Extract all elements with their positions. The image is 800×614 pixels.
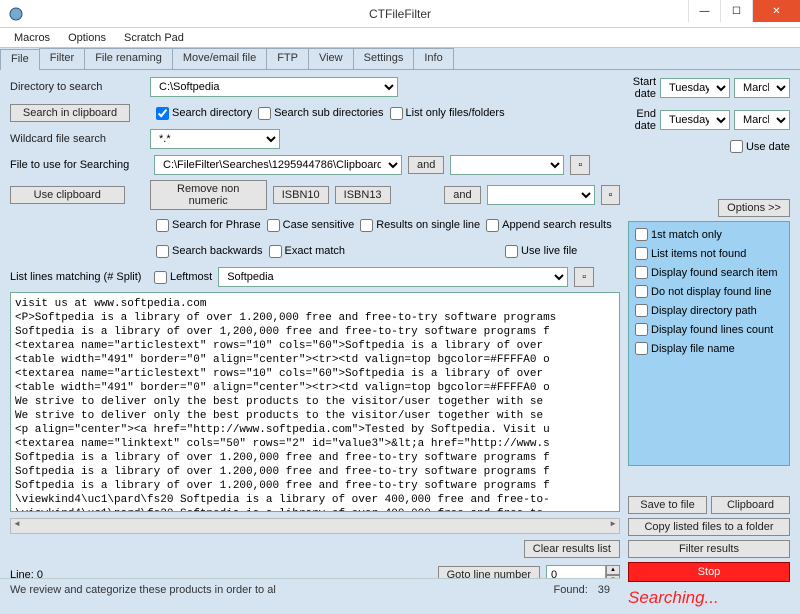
leftmost-checkbox[interactable] [154, 271, 167, 284]
wildcard-select[interactable]: *.* [150, 129, 280, 149]
display-lines-count-label: Display found lines count [651, 324, 773, 336]
clear-results-button[interactable]: Clear results list [524, 540, 620, 558]
wildcard-label: Wildcard file search [10, 133, 144, 145]
menu-scratchpad[interactable]: Scratch Pad [124, 32, 184, 44]
append-results-checkbox[interactable] [486, 219, 499, 232]
options-panel: 1st match only List items not found Disp… [628, 221, 790, 466]
status-tip: We review and categorize these products … [10, 584, 276, 596]
start-month-select[interactable]: March [734, 78, 790, 98]
remove-non-numeric-button[interactable]: Remove non numeric [150, 180, 267, 210]
tab-view[interactable]: View [308, 48, 354, 69]
tab-ftp[interactable]: FTP [266, 48, 309, 69]
list-lines-label: List lines matching (# Split) [10, 271, 148, 283]
use-clipboard-button[interactable]: Use clipboard [10, 186, 125, 204]
display-file-name-label: Display file name [651, 343, 735, 355]
isbn10-button[interactable]: ISBN10 [273, 186, 329, 204]
results-single-checkbox[interactable] [360, 219, 373, 232]
app-icon [8, 6, 24, 22]
display-found-label: Display found search item [651, 267, 778, 279]
leftmost-label: Leftmost [170, 271, 212, 283]
and-select-2[interactable] [487, 185, 595, 205]
use-date-label: Use date [746, 141, 790, 153]
file-to-use-label: File to use for Searching [10, 159, 148, 171]
display-found-checkbox[interactable] [635, 266, 648, 279]
search-subdirs-label: Search sub directories [274, 107, 383, 119]
more-button-2[interactable]: ▫ [601, 185, 620, 205]
append-results-label: Append search results [502, 219, 611, 231]
list-lines-select[interactable]: Softpedia [218, 267, 568, 287]
minimize-button[interactable]: — [688, 0, 720, 22]
search-directory-label: Search directory [172, 107, 252, 119]
list-not-found-label: List items not found [651, 248, 746, 260]
search-in-clipboard-button[interactable]: Search in clipboard [10, 104, 130, 122]
options-expand-button[interactable]: Options >> [718, 199, 790, 217]
display-file-name-checkbox[interactable] [635, 342, 648, 355]
list-only-checkbox[interactable] [390, 107, 403, 120]
search-subdirs-checkbox[interactable] [258, 107, 271, 120]
menu-options[interactable]: Options [68, 32, 106, 44]
file-to-use-select[interactable]: C:\FileFilter\Searches\1295944786\Clipbo… [154, 155, 402, 175]
found-label: Found: [554, 584, 588, 596]
and-button-2[interactable]: and [444, 186, 480, 204]
tab-strip: File Filter File renaming Move/email fil… [0, 48, 800, 70]
tab-move-email[interactable]: Move/email file [172, 48, 267, 69]
display-dir-path-label: Display directory path [651, 305, 757, 317]
do-not-display-line-checkbox[interactable] [635, 285, 648, 298]
use-live-file-checkbox[interactable] [505, 245, 518, 258]
tab-file-renaming[interactable]: File renaming [84, 48, 173, 69]
and-button-1[interactable]: and [408, 156, 444, 174]
first-match-checkbox[interactable] [635, 228, 648, 241]
search-backwards-label: Search backwards [172, 245, 263, 257]
menu-bar: Macros Options Scratch Pad [0, 28, 800, 48]
horizontal-scrollbar[interactable] [10, 518, 620, 534]
menu-macros[interactable]: Macros [14, 32, 50, 44]
search-directory-checkbox[interactable] [156, 107, 169, 120]
search-phrase-checkbox[interactable] [156, 219, 169, 232]
tab-file[interactable]: File [0, 49, 40, 70]
list-not-found-checkbox[interactable] [635, 247, 648, 260]
status-bar: We review and categorize these products … [0, 578, 620, 600]
maximize-button[interactable]: ☐ [720, 0, 752, 22]
start-date-label: Start date [628, 76, 656, 100]
start-day-select[interactable]: Tuesday , [660, 78, 730, 98]
case-sensitive-checkbox[interactable] [267, 219, 280, 232]
filter-results-button[interactable]: Filter results [628, 540, 790, 558]
use-date-checkbox[interactable] [730, 140, 743, 153]
clipboard-button[interactable]: Clipboard [711, 496, 790, 514]
copy-listed-files-button[interactable]: Copy listed files to a folder [628, 518, 790, 536]
and-select-1[interactable] [450, 155, 564, 175]
directory-select[interactable]: C:\Softpedia [150, 77, 398, 97]
end-month-select[interactable]: March [734, 110, 790, 130]
display-lines-count-checkbox[interactable] [635, 323, 648, 336]
more-button-3[interactable]: ▫ [574, 267, 594, 287]
tab-filter[interactable]: Filter [39, 48, 85, 69]
search-backwards-checkbox[interactable] [156, 245, 169, 258]
first-match-label: 1st match only [651, 229, 722, 241]
search-phrase-label: Search for Phrase [172, 219, 261, 231]
results-single-label: Results on single line [376, 219, 480, 231]
end-day-select[interactable]: Tuesday , [660, 110, 730, 130]
found-count: 39 [598, 584, 610, 596]
window-title: CTFileFilter [369, 7, 431, 21]
more-button-1[interactable]: ▫ [570, 155, 590, 175]
searching-status: Searching... [628, 588, 790, 608]
directory-label: Directory to search [10, 81, 144, 93]
exact-match-label: Exact match [285, 245, 346, 257]
display-dir-path-checkbox[interactable] [635, 304, 648, 317]
save-to-file-button[interactable]: Save to file [628, 496, 707, 514]
tab-info[interactable]: Info [413, 48, 453, 69]
tab-settings[interactable]: Settings [353, 48, 415, 69]
exact-match-checkbox[interactable] [269, 245, 282, 258]
end-date-label: End date [628, 108, 656, 132]
case-sensitive-label: Case sensitive [283, 219, 355, 231]
title-bar: CTFileFilter — ☐ ✕ [0, 0, 800, 28]
list-only-label: List only files/folders [406, 107, 505, 119]
use-live-file-label: Use live file [521, 245, 577, 257]
close-button[interactable]: ✕ [752, 0, 800, 22]
do-not-display-line-label: Do not display found line [651, 286, 771, 298]
isbn13-button[interactable]: ISBN13 [335, 186, 391, 204]
results-textarea[interactable]: visit us at www.softpedia.com <P>Softped… [10, 292, 620, 512]
stop-button[interactable]: Stop [628, 562, 790, 582]
